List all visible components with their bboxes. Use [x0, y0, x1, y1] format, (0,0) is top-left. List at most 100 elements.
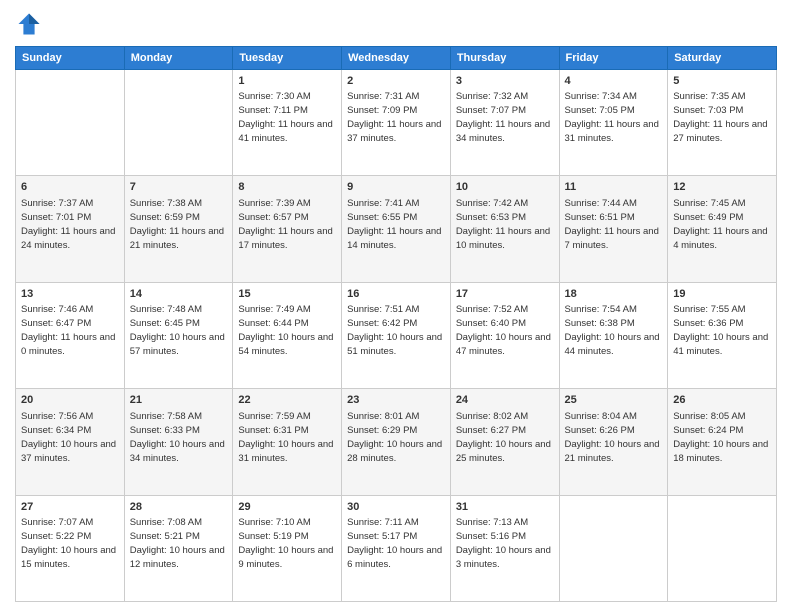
logo-icon: [15, 10, 43, 38]
calendar-cell: 7 Sunrise: 7:38 AM Sunset: 6:59 PM Daylig…: [124, 176, 233, 282]
day-info: Sunrise: 7:11 AM Sunset: 5:17 PM Dayligh…: [347, 517, 442, 570]
day-info: Sunrise: 7:49 AM Sunset: 6:44 PM Dayligh…: [238, 304, 333, 357]
calendar-cell: 27 Sunrise: 7:07 AM Sunset: 5:22 PM Dayli…: [16, 495, 125, 601]
day-number: 12: [673, 180, 771, 195]
day-info: Sunrise: 7:07 AM Sunset: 5:22 PM Dayligh…: [21, 517, 116, 570]
weekday-saturday: Saturday: [668, 47, 777, 70]
calendar-cell: 3 Sunrise: 7:32 AM Sunset: 7:07 PM Daylig…: [450, 70, 559, 176]
logo: [15, 10, 47, 38]
day-info: Sunrise: 7:30 AM Sunset: 7:11 PM Dayligh…: [238, 91, 332, 144]
day-info: Sunrise: 7:37 AM Sunset: 7:01 PM Dayligh…: [21, 198, 115, 251]
calendar-cell: [16, 70, 125, 176]
day-number: 26: [673, 393, 771, 408]
day-number: 29: [238, 500, 336, 515]
weekday-thursday: Thursday: [450, 47, 559, 70]
day-number: 22: [238, 393, 336, 408]
calendar-cell: 13 Sunrise: 7:46 AM Sunset: 6:47 PM Dayli…: [16, 282, 125, 388]
calendar-cell: 11 Sunrise: 7:44 AM Sunset: 6:51 PM Dayli…: [559, 176, 668, 282]
day-number: 19: [673, 287, 771, 302]
day-number: 4: [565, 74, 663, 89]
day-info: Sunrise: 7:51 AM Sunset: 6:42 PM Dayligh…: [347, 304, 442, 357]
day-number: 5: [673, 74, 771, 89]
day-info: Sunrise: 7:35 AM Sunset: 7:03 PM Dayligh…: [673, 91, 767, 144]
day-info: Sunrise: 7:58 AM Sunset: 6:33 PM Dayligh…: [130, 411, 225, 464]
day-number: 1: [238, 74, 336, 89]
day-number: 18: [565, 287, 663, 302]
day-number: 6: [21, 180, 119, 195]
calendar-week-5: 27 Sunrise: 7:07 AM Sunset: 5:22 PM Dayli…: [16, 495, 777, 601]
calendar-cell: 21 Sunrise: 7:58 AM Sunset: 6:33 PM Dayli…: [124, 389, 233, 495]
day-info: Sunrise: 7:46 AM Sunset: 6:47 PM Dayligh…: [21, 304, 115, 357]
day-info: Sunrise: 7:10 AM Sunset: 5:19 PM Dayligh…: [238, 517, 333, 570]
day-info: Sunrise: 7:41 AM Sunset: 6:55 PM Dayligh…: [347, 198, 441, 251]
calendar-cell: 22 Sunrise: 7:59 AM Sunset: 6:31 PM Dayli…: [233, 389, 342, 495]
calendar-cell: 15 Sunrise: 7:49 AM Sunset: 6:44 PM Dayli…: [233, 282, 342, 388]
day-number: 28: [130, 500, 228, 515]
calendar-cell: 1 Sunrise: 7:30 AM Sunset: 7:11 PM Daylig…: [233, 70, 342, 176]
calendar-cell: 29 Sunrise: 7:10 AM Sunset: 5:19 PM Dayli…: [233, 495, 342, 601]
calendar-cell: 26 Sunrise: 8:05 AM Sunset: 6:24 PM Dayli…: [668, 389, 777, 495]
calendar-cell: 17Sunrise: 7:52 AM Sunset: 6:40 PM Dayli…: [450, 282, 559, 388]
calendar-cell: 24 Sunrise: 8:02 AM Sunset: 6:27 PM Dayli…: [450, 389, 559, 495]
calendar-cell: 18 Sunrise: 7:54 AM Sunset: 6:38 PM Dayli…: [559, 282, 668, 388]
calendar-cell: 23 Sunrise: 8:01 AM Sunset: 6:29 PM Dayli…: [342, 389, 451, 495]
calendar-cell: [124, 70, 233, 176]
day-number: 31: [456, 500, 554, 515]
day-info: Sunrise: 8:02 AM Sunset: 6:27 PM Dayligh…: [456, 411, 551, 464]
calendar-cell: 19 Sunrise: 7:55 AM Sunset: 6:36 PM Dayli…: [668, 282, 777, 388]
day-number: 16: [347, 287, 445, 302]
day-number: 23: [347, 393, 445, 408]
day-info: Sunrise: 7:55 AM Sunset: 6:36 PM Dayligh…: [673, 304, 768, 357]
header: [15, 10, 777, 38]
day-info: Sunrise: 7:38 AM Sunset: 6:59 PM Dayligh…: [130, 198, 224, 251]
calendar-cell: 30 Sunrise: 7:11 AM Sunset: 5:17 PM Dayli…: [342, 495, 451, 601]
calendar-cell: 6 Sunrise: 7:37 AM Sunset: 7:01 PM Daylig…: [16, 176, 125, 282]
day-info: Sunrise: 7:08 AM Sunset: 5:21 PM Dayligh…: [130, 517, 225, 570]
day-number: 11: [565, 180, 663, 195]
day-info: Sunrise: 7:44 AM Sunset: 6:51 PM Dayligh…: [565, 198, 659, 251]
day-info: Sunrise: 7:59 AM Sunset: 6:31 PM Dayligh…: [238, 411, 333, 464]
calendar-table: SundayMondayTuesdayWednesdayThursdayFrid…: [15, 46, 777, 602]
day-info: Sunrise: 8:01 AM Sunset: 6:29 PM Dayligh…: [347, 411, 442, 464]
calendar-cell: 4Sunrise: 7:34 AM Sunset: 7:05 PM Daylig…: [559, 70, 668, 176]
calendar-cell: 28 Sunrise: 7:08 AM Sunset: 5:21 PM Dayli…: [124, 495, 233, 601]
day-number: 27: [21, 500, 119, 515]
day-number: 8: [238, 180, 336, 195]
day-number: 7: [130, 180, 228, 195]
day-info: Sunrise: 8:05 AM Sunset: 6:24 PM Dayligh…: [673, 411, 768, 464]
calendar-cell: 9 Sunrise: 7:41 AM Sunset: 6:55 PM Daylig…: [342, 176, 451, 282]
day-number: 24: [456, 393, 554, 408]
day-info: Sunrise: 7:54 AM Sunset: 6:38 PM Dayligh…: [565, 304, 660, 357]
calendar-cell: 12 Sunrise: 7:45 AM Sunset: 6:49 PM Dayli…: [668, 176, 777, 282]
day-number: 15: [238, 287, 336, 302]
day-number: 25: [565, 393, 663, 408]
calendar-cell: 16 Sunrise: 7:51 AM Sunset: 6:42 PM Dayli…: [342, 282, 451, 388]
day-info: Sunrise: 7:56 AM Sunset: 6:34 PM Dayligh…: [21, 411, 116, 464]
day-number: 20: [21, 393, 119, 408]
day-number: 14: [130, 287, 228, 302]
weekday-tuesday: Tuesday: [233, 47, 342, 70]
calendar-cell: 5 Sunrise: 7:35 AM Sunset: 7:03 PM Daylig…: [668, 70, 777, 176]
day-number: 13: [21, 287, 119, 302]
calendar-cell: 14 Sunrise: 7:48 AM Sunset: 6:45 PM Dayli…: [124, 282, 233, 388]
day-number: 30: [347, 500, 445, 515]
day-number: 3: [456, 74, 554, 89]
day-number: 21: [130, 393, 228, 408]
day-number: 17: [456, 287, 554, 302]
calendar-cell: 20 Sunrise: 7:56 AM Sunset: 6:34 PM Dayli…: [16, 389, 125, 495]
calendar-cell: 10Sunrise: 7:42 AM Sunset: 6:53 PM Dayli…: [450, 176, 559, 282]
day-info: Sunrise: 8:04 AM Sunset: 6:26 PM Dayligh…: [565, 411, 660, 464]
day-info: Sunrise: 7:48 AM Sunset: 6:45 PM Dayligh…: [130, 304, 225, 357]
calendar-header: SundayMondayTuesdayWednesdayThursdayFrid…: [16, 47, 777, 70]
day-number: 10: [456, 180, 554, 195]
day-info: Sunrise: 7:13 AM Sunset: 5:16 PM Dayligh…: [456, 517, 551, 570]
day-number: 9: [347, 180, 445, 195]
calendar-cell: [668, 495, 777, 601]
day-number: 2: [347, 74, 445, 89]
calendar-cell: [559, 495, 668, 601]
calendar-week-2: 6 Sunrise: 7:37 AM Sunset: 7:01 PM Daylig…: [16, 176, 777, 282]
day-info: Sunrise: 7:32 AM Sunset: 7:07 PM Dayligh…: [456, 91, 550, 144]
calendar-cell: 31 Sunrise: 7:13 AM Sunset: 5:16 PM Dayli…: [450, 495, 559, 601]
day-info: Sunrise: 7:45 AM Sunset: 6:49 PM Dayligh…: [673, 198, 767, 251]
calendar-week-1: 1 Sunrise: 7:30 AM Sunset: 7:11 PM Daylig…: [16, 70, 777, 176]
